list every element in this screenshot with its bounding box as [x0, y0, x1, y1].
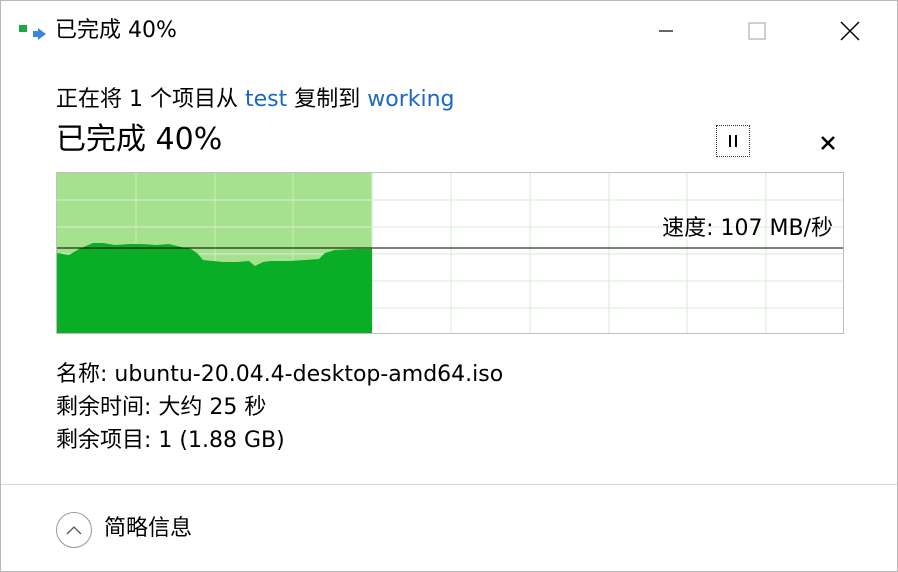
- collapse-details-label[interactable]: 简略信息: [104, 514, 192, 544]
- copy-description: 正在将 1 个项目从 test 复制到 working: [56, 85, 455, 115]
- maximize-icon: [748, 22, 766, 40]
- window-title: 已完成 40%: [55, 18, 177, 43]
- copy-files-icon: [19, 23, 49, 43]
- time-remaining: 剩余时间: 大约 25 秒: [56, 395, 267, 420]
- close-icon: [840, 21, 860, 41]
- details-panel: 名称: ubuntu-20.04.4-desktop-amd64.iso 剩余时…: [56, 358, 503, 457]
- footer: 简略信息: [1, 485, 897, 571]
- pause-button[interactable]: [716, 125, 750, 157]
- speed-label: 速度: 107 MB/秒: [662, 216, 833, 241]
- progress-heading: 已完成 40%: [56, 122, 223, 157]
- pause-icon: [729, 135, 737, 147]
- cancel-button[interactable]: [811, 128, 845, 158]
- maximize-button[interactable]: [734, 9, 780, 53]
- close-icon: [821, 136, 835, 150]
- transfer-speed-graph: 速度: 107 MB/秒: [56, 172, 844, 334]
- minimize-button[interactable]: [643, 9, 689, 53]
- speed-graph-canvas: [57, 173, 843, 333]
- collapse-details-button[interactable]: [56, 512, 92, 548]
- copy-progress-dialog: 已完成 40% 正在将 1 个项目从 test 复制到 working 已完成 …: [0, 0, 898, 572]
- destination-folder-link[interactable]: working: [367, 87, 454, 112]
- source-folder-link[interactable]: test: [245, 87, 287, 112]
- file-name: 名称: ubuntu-20.04.4-desktop-amd64.iso: [56, 362, 504, 387]
- copy-middle: 复制到: [287, 87, 368, 112]
- title-bar[interactable]: 已完成 40%: [1, 1, 897, 61]
- chevron-up-icon: [66, 526, 82, 535]
- items-remaining: 剩余项目: 1 (1.88 GB): [56, 428, 285, 453]
- minimize-icon: [659, 30, 673, 32]
- close-window-button[interactable]: [827, 9, 873, 53]
- copy-prefix: 正在将 1 个项目从: [56, 87, 245, 112]
